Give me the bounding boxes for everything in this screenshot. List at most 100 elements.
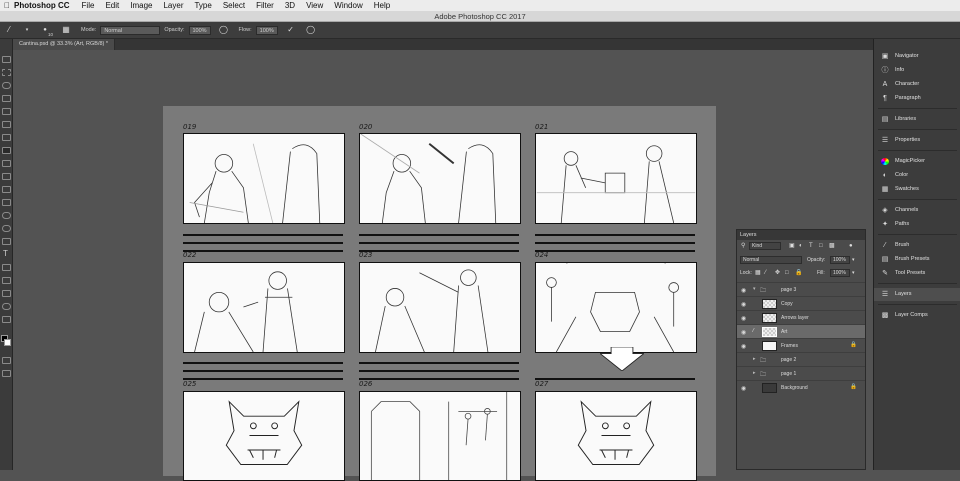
airbrush-icon[interactable]: ✓	[286, 25, 296, 35]
edit-toolbar-icon[interactable]	[2, 316, 11, 323]
marquee-tool-icon[interactable]	[2, 69, 11, 76]
menu-type[interactable]: Type	[194, 1, 211, 10]
dodge-tool-icon[interactable]	[2, 225, 11, 232]
lock-artboard-icon[interactable]: □	[785, 267, 789, 280]
dock-brush[interactable]: ⁄ Brush	[874, 239, 960, 252]
layer-opacity-field[interactable]: 100%	[830, 256, 850, 264]
layer-row[interactable]: ◉ ▾ 🗀 page 3	[737, 282, 865, 296]
layers-panel-title[interactable]: Layers	[737, 230, 865, 240]
dock-properties[interactable]: ☰ Properties	[874, 134, 960, 147]
chevron-down-icon[interactable]: ▾	[852, 254, 855, 267]
brush-panel-icon[interactable]: ▦	[61, 25, 71, 35]
dock-layer-comps[interactable]: ▩ Layer Comps	[874, 309, 960, 322]
lock-move-icon[interactable]: ✥	[775, 267, 780, 280]
chevron-down-icon[interactable]: ▾	[753, 286, 756, 292]
quick-select-tool-icon[interactable]	[2, 95, 11, 102]
filter-adjust-icon[interactable]: ◐	[799, 240, 803, 253]
layer-row[interactable]: ◉ Copy	[737, 296, 865, 310]
eye-icon[interactable]: ◉	[741, 343, 746, 350]
layer-row[interactable]: ▸ 🗀 page 2	[737, 352, 865, 366]
stamp-tool-icon[interactable]	[2, 160, 11, 167]
dock-paragraph[interactable]: ¶ Paragraph	[874, 92, 960, 105]
storyboard-frame[interactable]	[183, 391, 345, 481]
dock-navigator[interactable]: ▣ Navigator	[874, 50, 960, 63]
menu-filter[interactable]: Filter	[256, 1, 274, 10]
brush-tool-icon[interactable]	[2, 147, 11, 154]
menu-select[interactable]: Select	[223, 1, 245, 10]
history-brush-tool-icon[interactable]	[2, 173, 11, 180]
layer-row[interactable]: ◉ Frames 🔒	[737, 338, 865, 352]
pressure-opacity-icon[interactable]: ◯	[219, 25, 229, 35]
screen-mode-icon[interactable]	[2, 370, 11, 377]
blend-mode-select[interactable]: Normal	[740, 256, 802, 264]
storyboard-frame[interactable]	[183, 262, 345, 353]
menu-image[interactable]: Image	[130, 1, 152, 10]
path-select-tool-icon[interactable]	[2, 264, 11, 271]
apple-icon[interactable]: 	[0, 1, 14, 10]
storyboard-frame[interactable]	[359, 262, 521, 353]
eye-icon[interactable]: ◉	[741, 315, 746, 322]
chevron-down-icon[interactable]: ▾	[22, 25, 32, 35]
zoom-tool-icon[interactable]	[2, 303, 11, 310]
move-tool-icon[interactable]	[2, 56, 11, 63]
storyboard-frame[interactable]	[535, 391, 697, 481]
storyboard-frame[interactable]	[183, 133, 345, 224]
eye-icon[interactable]: ◉	[741, 385, 746, 392]
chevron-down-icon[interactable]: ▾	[852, 267, 855, 280]
eyedropper-tool-icon[interactable]	[2, 121, 11, 128]
blur-tool-icon[interactable]	[2, 212, 11, 219]
type-tool-icon[interactable]: T	[3, 249, 8, 258]
fill-field[interactable]: 100%	[830, 269, 850, 277]
dock-tool-presets[interactable]: ✎ Tool Presets	[874, 267, 960, 280]
storyboard-frame[interactable]	[359, 133, 521, 224]
document-tab[interactable]: Cantina.psd @ 33.3% (Art, RGB/8) *	[13, 39, 116, 50]
pen-tool-icon[interactable]	[2, 238, 11, 245]
flow-field[interactable]: 100%	[255, 25, 278, 35]
filter-smart-icon[interactable]: ▩	[829, 240, 835, 253]
hand-tool-icon[interactable]	[2, 290, 11, 297]
dock-channels[interactable]: ◈ Channels	[874, 204, 960, 217]
layer-row[interactable]: ◉ Background 🔒	[737, 380, 865, 394]
menu-edit[interactable]: Edit	[105, 1, 119, 10]
lock-pixels-icon[interactable]: ▦	[755, 267, 761, 280]
lasso-tool-icon[interactable]	[2, 82, 11, 89]
eye-icon[interactable]: ◉	[741, 301, 746, 308]
dock-swatches[interactable]: ▦ Swatches	[874, 183, 960, 196]
chevron-right-icon[interactable]: ▸	[753, 370, 756, 376]
menu-view[interactable]: View	[306, 1, 323, 10]
storyboard-frame[interactable]	[359, 391, 521, 481]
dock-libraries[interactable]: ▤ Libraries	[874, 113, 960, 126]
healing-tool-icon[interactable]	[2, 134, 11, 141]
storyboard-frame[interactable]	[535, 262, 697, 353]
menu-3d[interactable]: 3D	[285, 1, 295, 10]
layer-row[interactable]: ◉ ⁄ Art	[737, 324, 865, 338]
dock-layers[interactable]: ☰ Layers	[874, 288, 960, 301]
dock-brush-presets[interactable]: ▤ Brush Presets	[874, 253, 960, 266]
mode-select[interactable]: Normal	[100, 25, 161, 35]
lock-paint-icon[interactable]: ⁄	[765, 267, 766, 280]
eye-icon[interactable]: ◉	[741, 287, 746, 294]
filter-kind-select[interactable]: Kind	[749, 242, 781, 250]
menu-file[interactable]: File	[82, 1, 95, 10]
eye-icon[interactable]: ◉	[741, 329, 746, 336]
menu-window[interactable]: Window	[334, 1, 362, 10]
shape-tool-icon[interactable]	[2, 277, 11, 284]
background-color-swatch[interactable]	[4, 339, 11, 346]
brush-tool-icon[interactable]: ⁄	[4, 25, 14, 35]
layer-row[interactable]: ▸ 🗀 page 1	[737, 366, 865, 380]
chevron-right-icon[interactable]: ▸	[753, 356, 756, 362]
gradient-tool-icon[interactable]	[2, 199, 11, 206]
crop-tool-icon[interactable]	[2, 108, 11, 115]
menu-help[interactable]: Help	[374, 1, 390, 10]
layer-row[interactable]: ◉ Arrows layer	[737, 310, 865, 324]
dock-paths[interactable]: ✦ Paths	[874, 218, 960, 231]
filter-toggle-icon[interactable]: ●	[849, 240, 853, 253]
filter-pixel-icon[interactable]: ▣	[789, 240, 795, 253]
dock-magicpicker[interactable]: MagicPicker	[874, 155, 960, 168]
filter-type-icon[interactable]: T	[809, 240, 813, 253]
eraser-tool-icon[interactable]	[2, 186, 11, 193]
lock-all-icon[interactable]: 🔒	[795, 267, 802, 280]
menu-layer[interactable]: Layer	[163, 1, 183, 10]
storyboard-frame[interactable]	[535, 133, 697, 224]
filter-shape-icon[interactable]: □	[819, 240, 823, 253]
